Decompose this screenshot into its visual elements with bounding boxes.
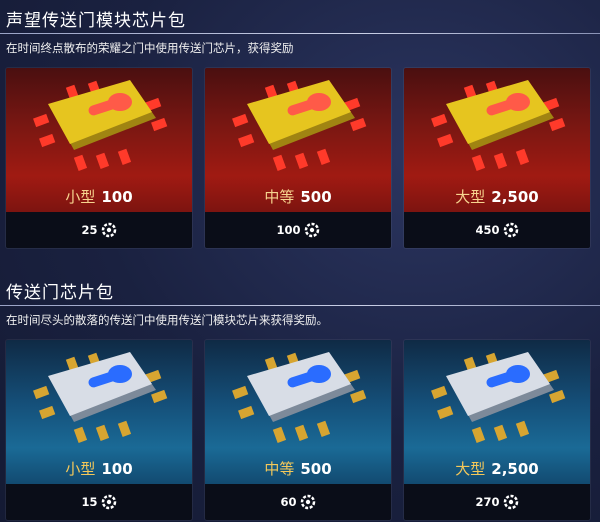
cog-currency-icon bbox=[304, 222, 319, 238]
price-value: 25 bbox=[81, 223, 98, 237]
section-title: 声望传送门模块芯片包 bbox=[6, 11, 186, 31]
pack-label: 大型 2,500 bbox=[404, 186, 590, 207]
cog-currency-icon bbox=[503, 494, 518, 510]
gold-chip-icon bbox=[232, 80, 367, 171]
silver-chip-icon bbox=[232, 352, 367, 443]
pack-card-medium[interactable]: 中等 500 100 bbox=[205, 68, 391, 248]
silver-chip-icon bbox=[33, 352, 168, 443]
pack-size: 大型 bbox=[455, 460, 486, 478]
pack-label: 中等 500 bbox=[205, 458, 391, 479]
pack-label: 小型 100 bbox=[6, 186, 192, 207]
section-description: 在时间尽头的散落的传送门中使用传送门模块芯片来获得奖励。 bbox=[6, 313, 328, 327]
cog-currency-icon bbox=[101, 222, 116, 238]
divider bbox=[0, 33, 600, 34]
pack-card-small[interactable]: 小型 100 15 bbox=[6, 340, 192, 520]
pack-size: 小型 bbox=[65, 460, 96, 478]
gold-chip-icon bbox=[33, 80, 168, 171]
pack-card-large[interactable]: 大型 2,500 270 bbox=[404, 340, 590, 520]
price-button[interactable]: 15 bbox=[6, 484, 192, 520]
cog-currency-icon bbox=[300, 494, 315, 510]
price-button[interactable]: 60 bbox=[205, 484, 391, 520]
pack-card-small[interactable]: 小型 100 25 bbox=[6, 68, 192, 248]
pack-size: 大型 bbox=[455, 188, 486, 206]
pack-amount: 100 bbox=[101, 460, 133, 478]
pack-label: 小型 100 bbox=[6, 458, 192, 479]
pack-amount: 100 bbox=[101, 188, 133, 206]
price-value: 270 bbox=[475, 495, 500, 509]
pack-amount: 500 bbox=[300, 188, 332, 206]
price-button[interactable]: 100 bbox=[205, 212, 391, 248]
silver-chip-icon bbox=[431, 352, 566, 443]
price-button[interactable]: 270 bbox=[404, 484, 590, 520]
price-button[interactable]: 450 bbox=[404, 212, 590, 248]
price-value: 100 bbox=[276, 223, 301, 237]
pack-card-medium[interactable]: 中等 500 60 bbox=[205, 340, 391, 520]
price-value: 60 bbox=[280, 495, 297, 509]
pack-label: 大型 2,500 bbox=[404, 458, 590, 479]
pack-card-large[interactable]: 大型 2,500 450 bbox=[404, 68, 590, 248]
cog-currency-icon bbox=[101, 494, 116, 510]
pack-label: 中等 500 bbox=[205, 186, 391, 207]
pack-amount: 2,500 bbox=[491, 460, 539, 478]
pack-amount: 2,500 bbox=[491, 188, 539, 206]
divider bbox=[0, 305, 600, 306]
pack-amount: 500 bbox=[300, 460, 332, 478]
cog-currency-icon bbox=[503, 222, 518, 238]
pack-size: 中等 bbox=[264, 460, 295, 478]
gold-chip-icon bbox=[431, 80, 566, 171]
pack-size: 小型 bbox=[65, 188, 96, 206]
section-title: 传送门芯片包 bbox=[6, 283, 114, 303]
price-value: 15 bbox=[81, 495, 98, 509]
price-value: 450 bbox=[475, 223, 500, 237]
section-description: 在时间终点散布的荣耀之门中使用传送门芯片，获得奖励 bbox=[6, 41, 294, 55]
pack-size: 中等 bbox=[264, 188, 295, 206]
price-button[interactable]: 25 bbox=[6, 212, 192, 248]
